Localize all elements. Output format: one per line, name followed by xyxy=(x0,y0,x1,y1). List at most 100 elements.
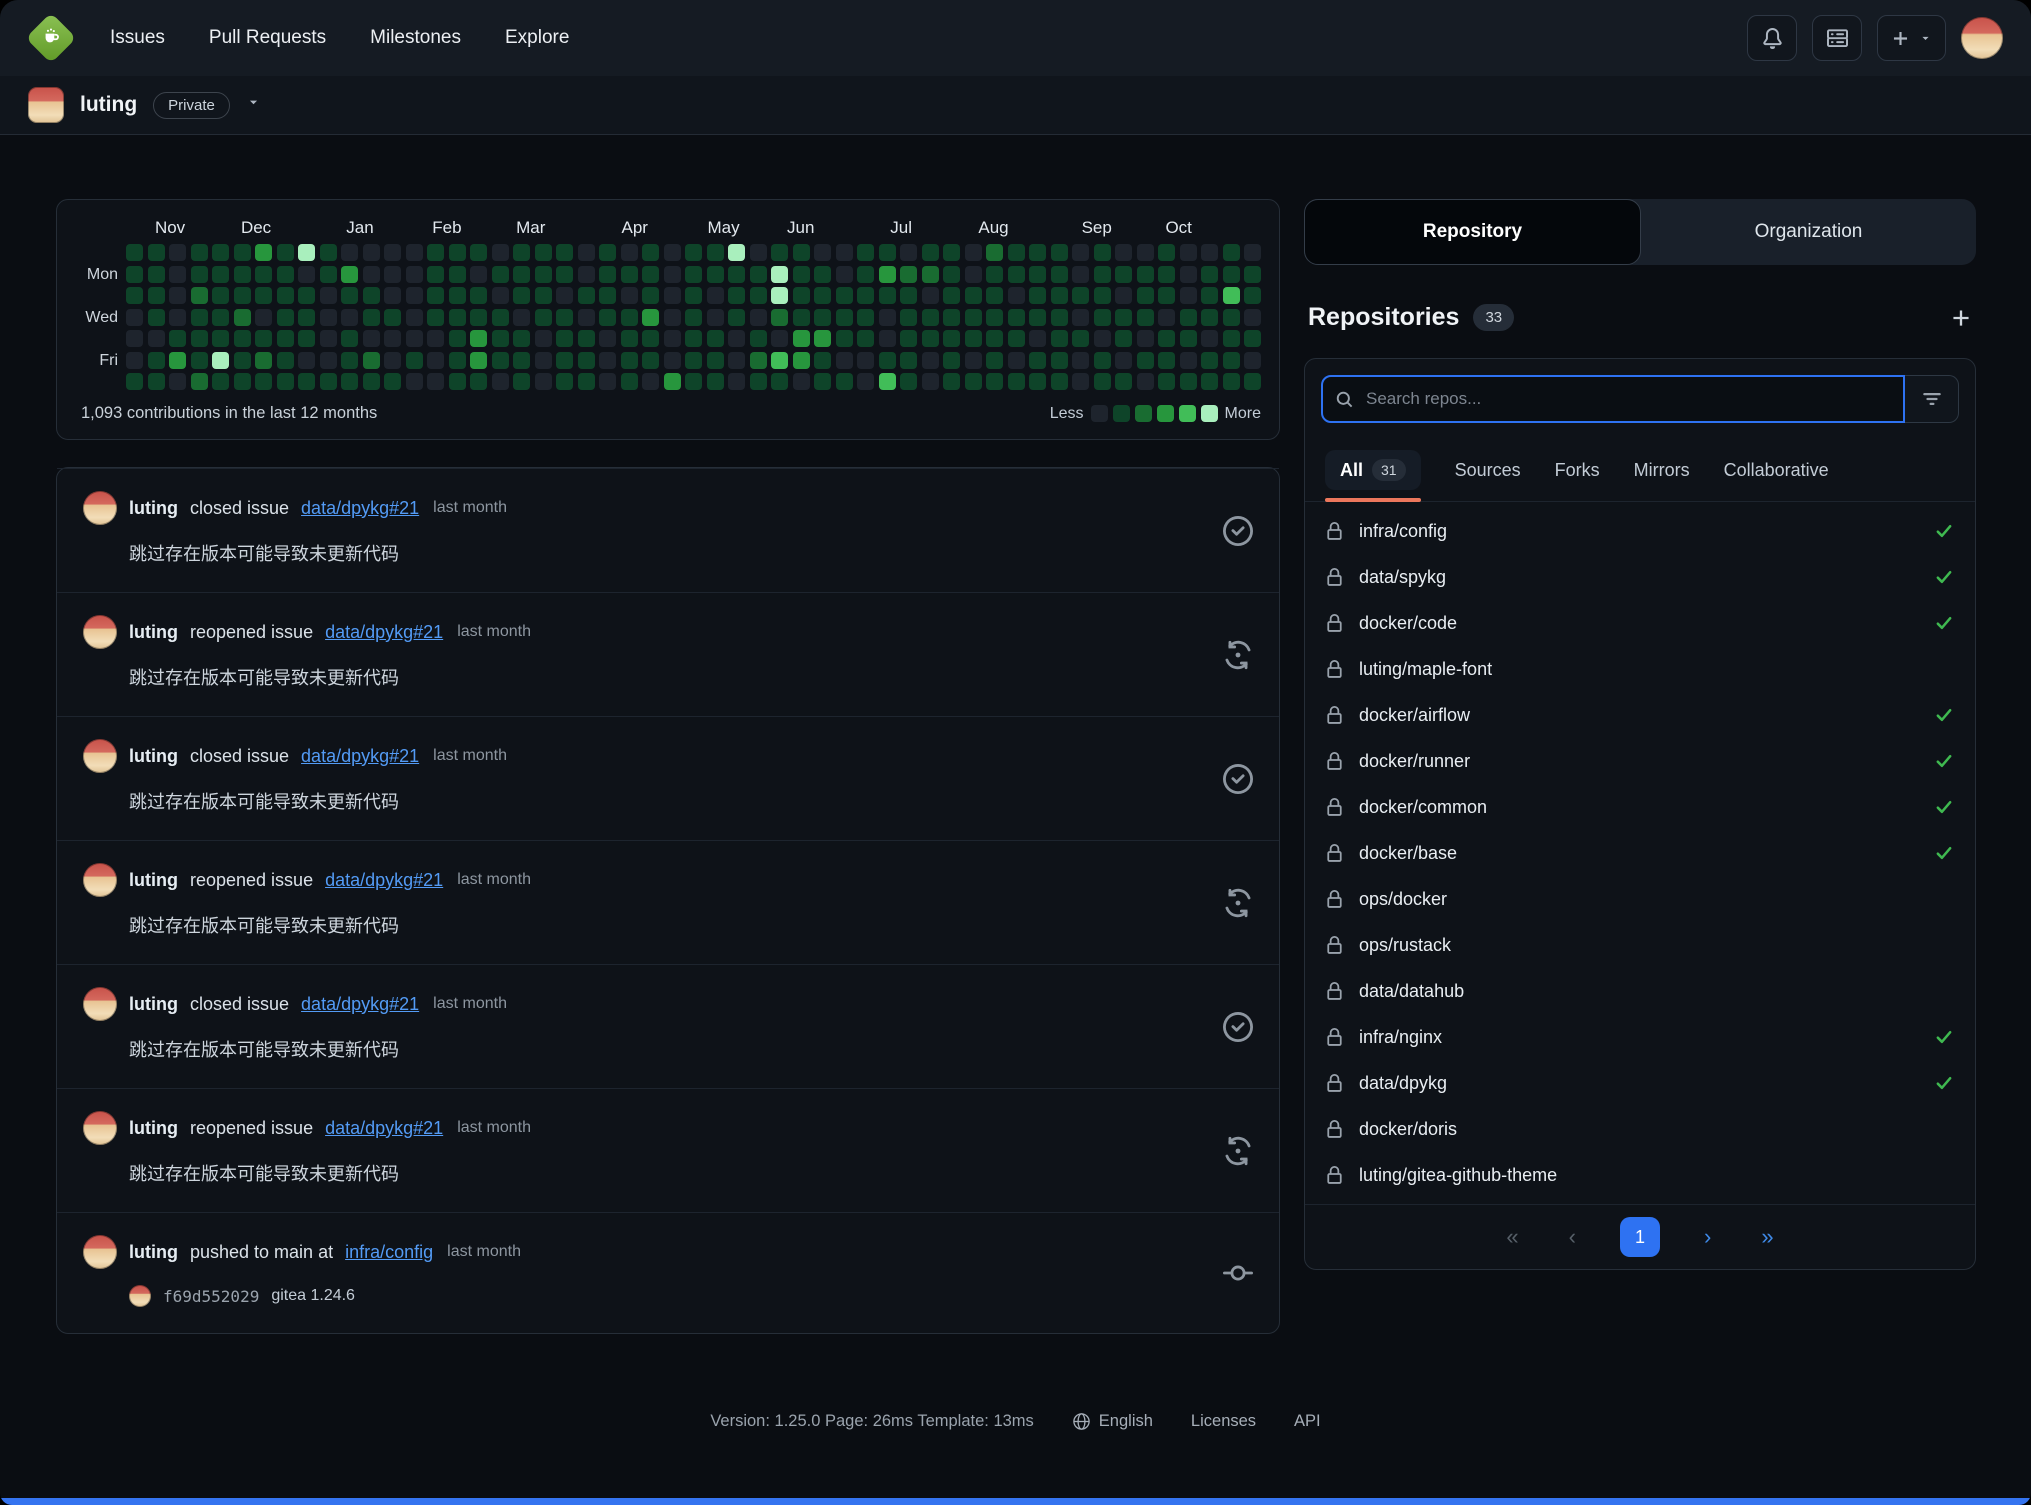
heatmap-cell[interactable] xyxy=(255,287,272,304)
feed-target-link[interactable]: infra/config xyxy=(345,1242,433,1263)
heatmap-cell[interactable] xyxy=(126,309,143,326)
heatmap-cell[interactable] xyxy=(191,266,208,283)
heatmap-cell[interactable] xyxy=(857,266,874,283)
heatmap-cell[interactable] xyxy=(578,352,595,369)
profile-avatar[interactable] xyxy=(28,87,64,123)
heatmap-cell[interactable] xyxy=(126,287,143,304)
heatmap-cell[interactable] xyxy=(427,330,444,347)
heatmap-cell[interactable] xyxy=(642,309,659,326)
heatmap-cell[interactable] xyxy=(1180,352,1197,369)
heatmap-cell[interactable] xyxy=(1244,352,1261,369)
heatmap-cell[interactable] xyxy=(384,287,401,304)
heatmap-cell[interactable] xyxy=(1094,330,1111,347)
heatmap-cell[interactable] xyxy=(1201,244,1218,261)
heatmap-cell[interactable] xyxy=(857,287,874,304)
heatmap-cell[interactable] xyxy=(965,373,982,390)
repo-row[interactable]: docker/doris xyxy=(1305,1106,1975,1152)
heatmap-cell[interactable] xyxy=(212,373,229,390)
heatmap-cell[interactable] xyxy=(255,266,272,283)
heatmap-cell[interactable] xyxy=(965,287,982,304)
heatmap-cell[interactable] xyxy=(793,266,810,283)
feed-target-link[interactable]: data/dpykg#21 xyxy=(301,746,419,767)
heatmap-cell[interactable] xyxy=(1051,352,1068,369)
heatmap-cell[interactable] xyxy=(1244,373,1261,390)
heatmap-cell[interactable] xyxy=(492,244,509,261)
heatmap-cell[interactable] xyxy=(707,373,724,390)
heatmap-cell[interactable] xyxy=(384,266,401,283)
heatmap-cell[interactable] xyxy=(664,309,681,326)
heatmap-cell[interactable] xyxy=(212,287,229,304)
heatmap-cell[interactable] xyxy=(470,352,487,369)
heatmap-cell[interactable] xyxy=(814,330,831,347)
heatmap-cell[interactable] xyxy=(234,287,251,304)
heatmap-cell[interactable] xyxy=(599,352,616,369)
heatmap-cell[interactable] xyxy=(169,244,186,261)
heatmap-cell[interactable] xyxy=(750,244,767,261)
heatmap-cell[interactable] xyxy=(320,352,337,369)
heatmap-cell[interactable] xyxy=(1094,266,1111,283)
heatmap-cell[interactable] xyxy=(341,266,358,283)
language-selector[interactable]: English xyxy=(1072,1412,1153,1431)
heatmap-cell[interactable] xyxy=(836,244,853,261)
heatmap-cell[interactable] xyxy=(148,373,165,390)
feed-avatar[interactable] xyxy=(83,863,117,897)
heatmap-grid[interactable] xyxy=(126,244,1261,390)
new-repository-button[interactable] xyxy=(1950,307,1972,329)
heatmap-cell[interactable] xyxy=(814,287,831,304)
heatmap-cell[interactable] xyxy=(406,373,423,390)
heatmap-cell[interactable] xyxy=(728,244,745,261)
heatmap-cell[interactable] xyxy=(599,244,616,261)
heatmap-cell[interactable] xyxy=(685,266,702,283)
heatmap-cell[interactable] xyxy=(363,309,380,326)
heatmap-cell[interactable] xyxy=(986,352,1003,369)
heatmap-cell[interactable] xyxy=(320,330,337,347)
heatmap-cell[interactable] xyxy=(664,352,681,369)
heatmap-cell[interactable] xyxy=(277,373,294,390)
heatmap-cell[interactable] xyxy=(728,352,745,369)
notifications-button[interactable] xyxy=(1747,15,1797,61)
heatmap-cell[interactable] xyxy=(943,287,960,304)
heatmap-cell[interactable] xyxy=(1008,352,1025,369)
heatmap-cell[interactable] xyxy=(771,352,788,369)
feed-target-link[interactable]: data/dpykg#21 xyxy=(325,870,443,891)
heatmap-cell[interactable] xyxy=(492,309,509,326)
heatmap-cell[interactable] xyxy=(922,244,939,261)
feed-user-link[interactable]: luting xyxy=(129,1118,178,1139)
heatmap-cell[interactable] xyxy=(1223,309,1240,326)
heatmap-cell[interactable] xyxy=(1094,352,1111,369)
heatmap-cell[interactable] xyxy=(148,309,165,326)
heatmap-cell[interactable] xyxy=(1094,373,1111,390)
heatmap-cell[interactable] xyxy=(1223,352,1240,369)
profile-dropdown-toggle[interactable] xyxy=(246,95,261,115)
heatmap-cell[interactable] xyxy=(277,266,294,283)
heatmap-cell[interactable] xyxy=(793,373,810,390)
heatmap-cell[interactable] xyxy=(535,309,552,326)
heatmap-cell[interactable] xyxy=(814,309,831,326)
feed-avatar[interactable] xyxy=(83,987,117,1021)
heatmap-cell[interactable] xyxy=(1158,373,1175,390)
heatmap-cell[interactable] xyxy=(750,309,767,326)
heatmap-cell[interactable] xyxy=(578,266,595,283)
heatmap-cell[interactable] xyxy=(234,330,251,347)
pagination-next-button[interactable]: › xyxy=(1698,1223,1717,1251)
heatmap-cell[interactable] xyxy=(728,373,745,390)
heatmap-cell[interactable] xyxy=(1072,309,1089,326)
heatmap-cell[interactable] xyxy=(986,373,1003,390)
heatmap-cell[interactable] xyxy=(1072,373,1089,390)
heatmap-cell[interactable] xyxy=(707,244,724,261)
heatmap-cell[interactable] xyxy=(384,309,401,326)
create-new-dropdown[interactable] xyxy=(1877,15,1946,61)
heatmap-cell[interactable] xyxy=(1072,266,1089,283)
heatmap-cell[interactable] xyxy=(1115,287,1132,304)
heatmap-cell[interactable] xyxy=(535,330,552,347)
heatmap-cell[interactable] xyxy=(169,287,186,304)
heatmap-cell[interactable] xyxy=(1223,244,1240,261)
heatmap-cell[interactable] xyxy=(1137,244,1154,261)
feed-user-link[interactable]: luting xyxy=(129,1242,178,1263)
heatmap-cell[interactable] xyxy=(857,373,874,390)
feed-avatar[interactable] xyxy=(83,1235,117,1269)
heatmap-cell[interactable] xyxy=(1008,309,1025,326)
heatmap-cell[interactable] xyxy=(1244,309,1261,326)
heatmap-cell[interactable] xyxy=(621,373,638,390)
pagination-current-page[interactable]: 1 xyxy=(1620,1217,1660,1257)
